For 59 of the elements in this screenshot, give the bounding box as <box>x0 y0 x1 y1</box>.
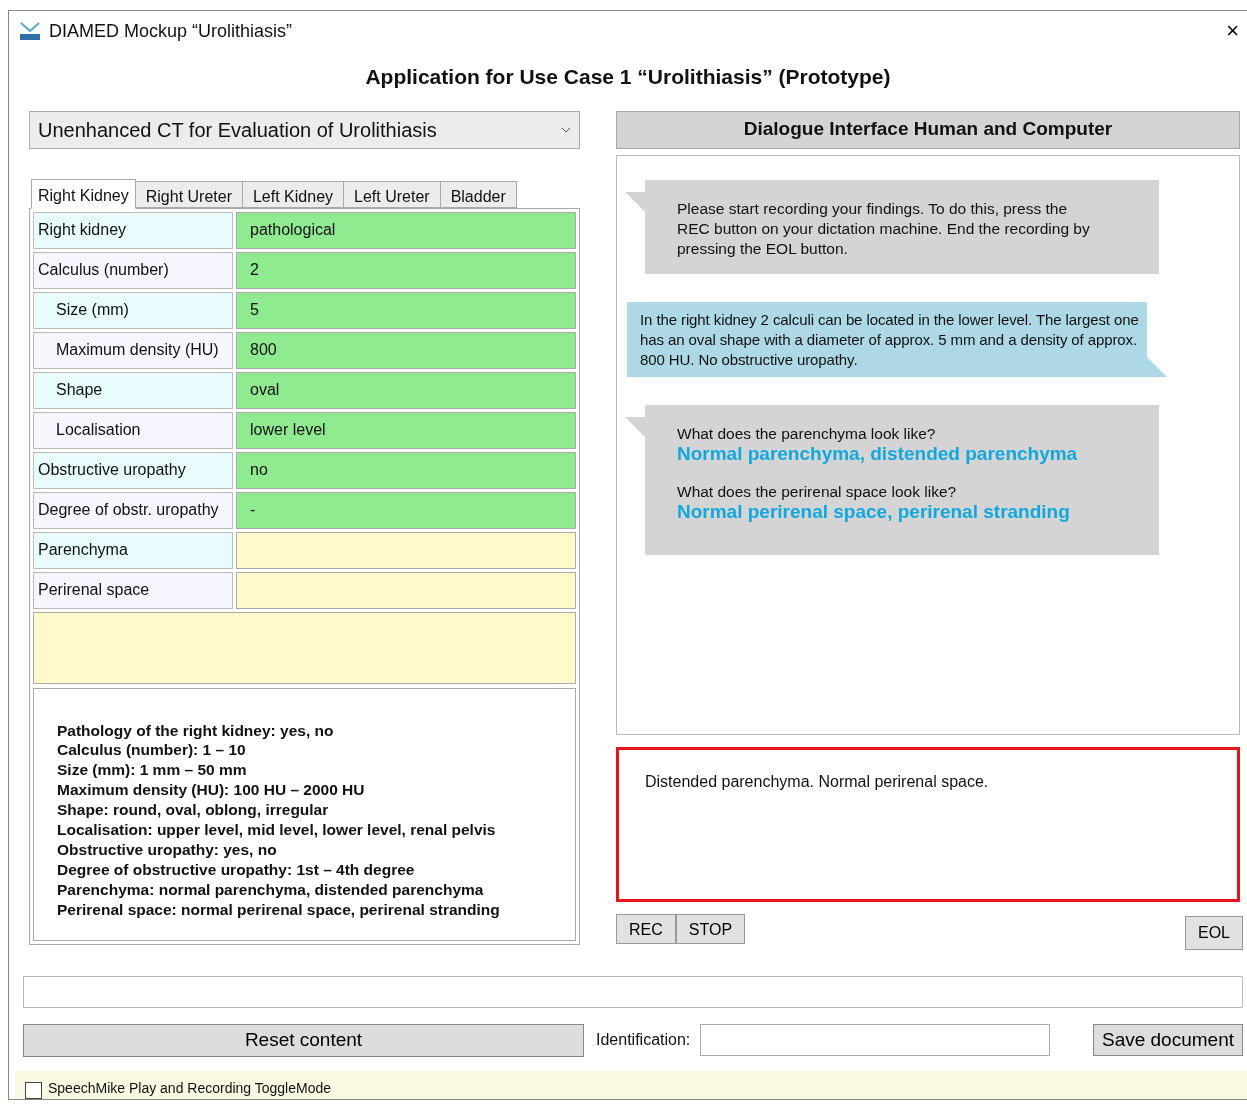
hint-line: Shape: round, oval, oblong, irregular <box>57 800 330 821</box>
field-label: Maximum density (HU) <box>33 331 233 369</box>
value-field[interactable]: - <box>236 491 576 529</box>
field-label: Calculus (number) <box>33 251 233 289</box>
notes-field[interactable] <box>33 611 576 684</box>
value-field[interactable] <box>236 531 576 569</box>
hint-line: Maximum density (HU): 100 HU – 2000 HU <box>57 780 366 801</box>
field-label: Perirenal space <box>33 571 233 609</box>
hint-line: Perirenal space: normal perirenal space, perirenal stranding <box>57 899 501 920</box>
message-text: Please start recording your findings. To do this, press the REC button on your dictation machine. End the recording by pressing the EOL button. <box>677 199 1090 257</box>
field-label: Parenchyma <box>33 531 233 569</box>
close-button[interactable]: × <box>1220 19 1245 43</box>
eol-button[interactable]: EOL <box>1185 915 1243 950</box>
field-label: Size (mm) <box>33 291 233 329</box>
value-field[interactable]: 5 <box>236 291 576 329</box>
identification-field[interactable] <box>700 1024 1051 1056</box>
hint-line: Pathology of the right kidney: yes, no <box>57 720 335 741</box>
tab[interactable]: Right Ureter <box>134 180 243 208</box>
hint-line: Size (mm): 1 mm – 50 mm <box>57 760 248 781</box>
hint-line: Calculus (number): 1 – 10 <box>57 740 247 761</box>
transcript-field[interactable]: Distended parenchyma. Normal perirenal space. <box>616 746 1240 902</box>
tab[interactable]: Bladder <box>439 180 517 208</box>
identification-label: Identification: <box>596 1030 691 1050</box>
page-heading: Application for Use Case 1 “Urolithiasis” (Prototype) <box>364 64 892 90</box>
hint-line: Parenchyma: normal parenchyma, distended parenchyma <box>57 879 485 900</box>
recorder-button[interactable]: REC <box>616 913 676 944</box>
tab[interactable]: Left Kidney <box>241 180 345 208</box>
question-text: What does the perirenal space look like? <box>677 481 958 502</box>
value-field[interactable]: lower level <box>236 411 576 449</box>
field-label: Localisation <box>33 411 233 449</box>
field-label: Obstructive uropathy <box>33 451 233 489</box>
hint-line: Obstructive uropathy: yes, no <box>57 839 278 860</box>
window-title: DIAMED Mockup “Urolithiasis” <box>49 19 293 43</box>
hint-line: Degree of obstructive uropathy: 1st – 4th degree <box>57 859 416 880</box>
tab[interactable]: Right Kidney <box>31 178 136 209</box>
field-label: Shape <box>33 371 233 409</box>
answer-options: Normal parenchyma, distended parenchyma <box>677 443 1099 464</box>
recorder-button[interactable]: STOP <box>675 913 746 944</box>
value-field[interactable]: 800 <box>236 331 576 369</box>
panel-header: Dialogue Interface Human and Computer <box>616 110 1240 149</box>
value-field[interactable]: oval <box>236 371 576 409</box>
question-text: What does the parenchyma look like? <box>677 423 937 444</box>
value-field[interactable]: no <box>236 451 576 489</box>
checkbox-label: SpeechMike Play and Recording ToggleMode <box>48 1078 332 1098</box>
field-label: Degree of obstr. uropathy <box>33 491 233 529</box>
app-logo-icon <box>19 21 41 41</box>
protocol-dropdown[interactable]: Unenhanced CT for Evaluation of Urolithiasis <box>29 110 580 149</box>
hint-line: Localisation: upper level, mid level, lower level, renal pelvis <box>57 820 497 840</box>
answer-options: Normal perirenal space, perirenal stranding <box>677 501 1099 522</box>
save-button[interactable]: Save document <box>1092 1024 1243 1056</box>
value-field[interactable]: 2 <box>236 251 576 289</box>
checkbox[interactable] <box>25 1081 42 1099</box>
field-label: Right kidney <box>33 211 233 249</box>
caret-icon <box>561 126 571 133</box>
reset-button[interactable]: Reset content <box>23 1023 584 1057</box>
message-text: In the right kidney 2 calculi can be located in the lower level. The largest one has an oval shape with a diameter of approx. 5 mm and a density of approx. 800 HU. No obstructive uropathy. <box>640 310 1139 368</box>
value-field[interactable]: pathological <box>236 211 576 249</box>
value-field[interactable] <box>236 571 576 609</box>
tab[interactable]: Left Ureter <box>343 180 441 208</box>
